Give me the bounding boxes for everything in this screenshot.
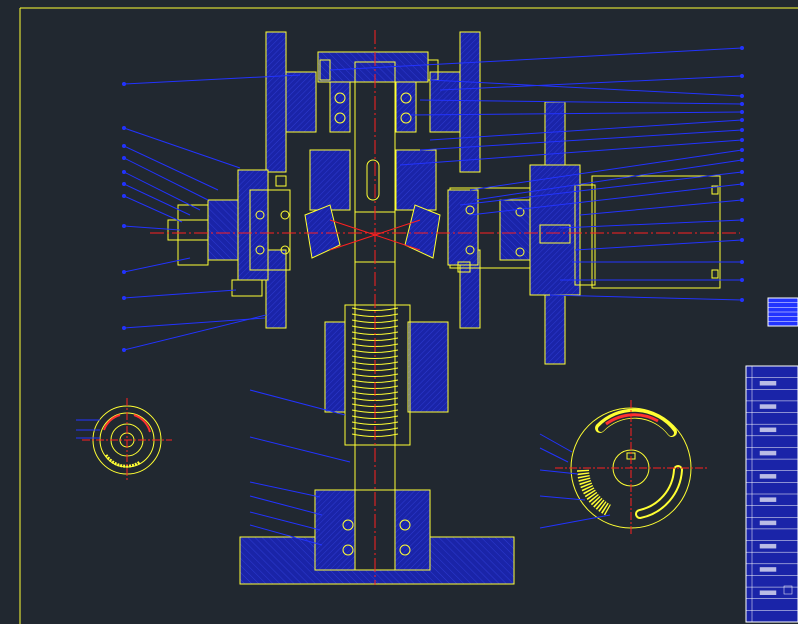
table-cell-text — [759, 497, 777, 502]
cad-drawing — [19, 7, 798, 624]
table-cell-text — [759, 543, 777, 549]
leader-dot — [740, 158, 744, 162]
leader-dot — [740, 128, 744, 132]
leader-line — [539, 469, 579, 475]
leader-line — [249, 495, 323, 516]
leader-dot — [740, 102, 744, 106]
title-block — [745, 365, 798, 623]
leader-dot — [122, 326, 126, 330]
leader-dot — [740, 118, 744, 122]
leader-line — [399, 139, 743, 166]
table-cell-text — [759, 520, 777, 526]
table-cell-text — [759, 474, 777, 479]
leader-dot — [122, 156, 126, 160]
leader-dot — [740, 148, 744, 152]
leader-line — [123, 195, 183, 223]
leader-dot — [122, 296, 126, 300]
table-cell-text — [759, 590, 777, 595]
leader-dot — [740, 94, 744, 98]
detail-view-right — [555, 400, 708, 536]
leader-line — [249, 481, 321, 498]
leader-line — [539, 447, 569, 463]
leader-dot — [122, 348, 126, 352]
leader-dot — [740, 218, 744, 222]
leader-line — [539, 514, 611, 529]
leader-line — [579, 199, 743, 216]
vertical-screw-shaft — [324, 261, 449, 523]
leader-line — [123, 317, 266, 329]
detail-view-left — [82, 398, 172, 482]
leader-dot — [740, 198, 744, 202]
thread-turn — [351, 373, 399, 377]
leader-line — [574, 239, 743, 251]
leader-dot — [122, 126, 126, 130]
parts-list-table — [767, 297, 798, 327]
leader-dot — [122, 194, 126, 198]
table-cell-text — [759, 450, 777, 456]
leader-dot — [740, 170, 744, 174]
leader-line — [549, 294, 743, 301]
table-cell-text — [759, 381, 777, 386]
leader-dot — [122, 144, 126, 148]
leader-lines-left — [76, 74, 351, 546]
leader-dot — [740, 74, 744, 78]
leader-dot — [122, 170, 126, 174]
table-cell-text — [759, 427, 777, 433]
leader-line — [123, 314, 267, 351]
table-cell-text — [759, 404, 777, 409]
leader-line — [474, 159, 743, 201]
leader-dot — [740, 138, 744, 142]
leader-line — [249, 436, 351, 463]
leader-dot — [740, 110, 744, 114]
leader-line — [469, 149, 743, 191]
leader-line — [123, 127, 241, 169]
leader-line — [123, 171, 201, 211]
upper-housing — [265, 31, 481, 213]
leader-line — [123, 145, 219, 191]
leader-dot — [740, 182, 744, 186]
leader-dot — [740, 260, 744, 264]
leader-line — [539, 433, 573, 453]
thread-turn — [351, 307, 399, 311]
leader-dot — [122, 82, 126, 86]
leader-dot — [122, 182, 126, 186]
leader-line — [559, 219, 743, 229]
table-cell-text — [759, 567, 777, 572]
cad-drawing-canvas — [0, 0, 798, 624]
leader-line — [249, 511, 321, 531]
leader-line — [123, 289, 237, 299]
leader-dot — [740, 298, 744, 302]
leader-line — [123, 225, 181, 231]
leader-dot — [740, 278, 744, 282]
leader-dot — [122, 224, 126, 228]
leader-dot — [740, 238, 744, 242]
leader-dot — [122, 270, 126, 274]
leader-dot — [740, 46, 744, 50]
